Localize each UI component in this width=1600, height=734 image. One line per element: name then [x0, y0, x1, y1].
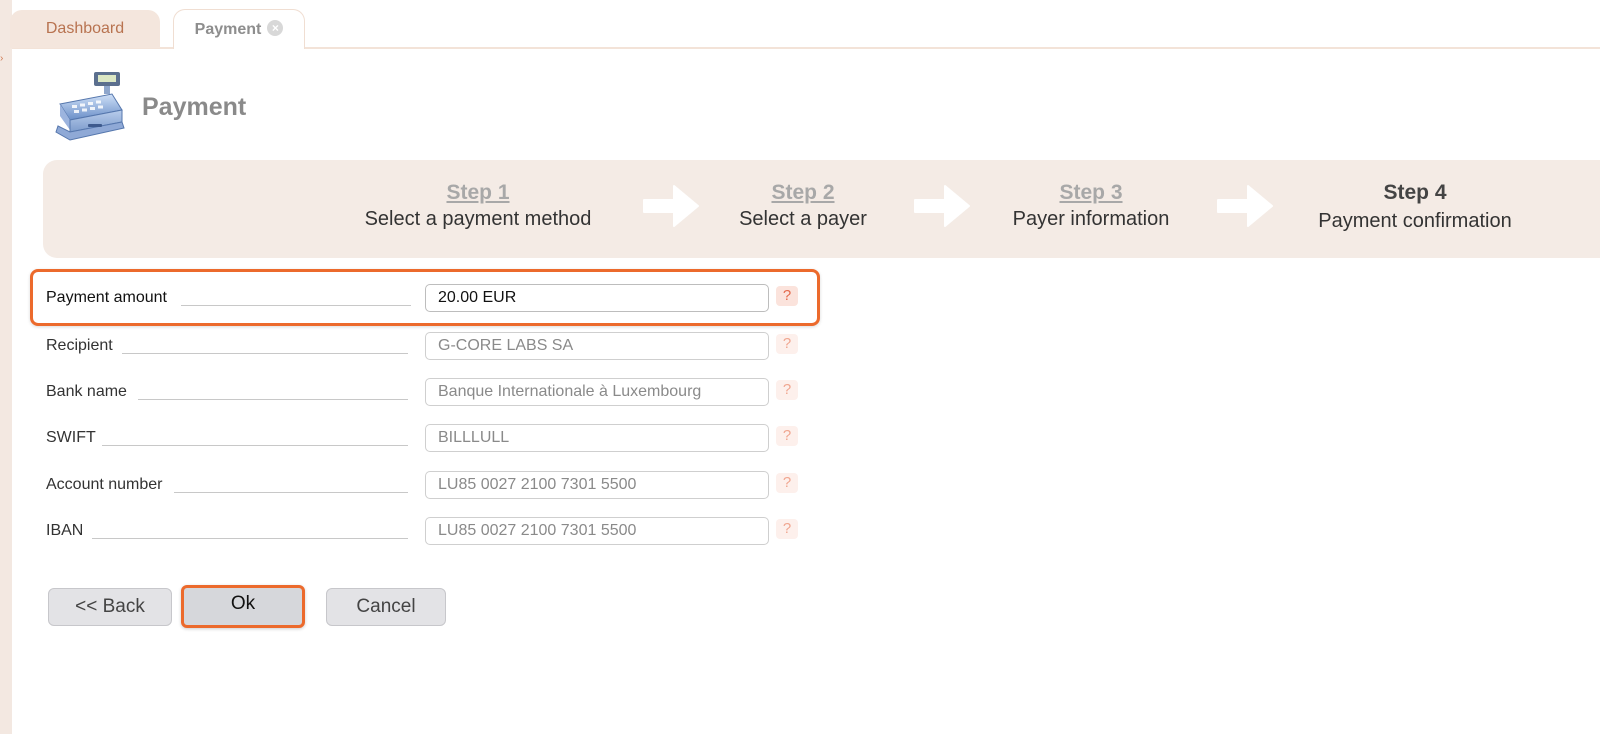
- step-3[interactable]: Step 3 Payer information: [990, 180, 1192, 232]
- step-3-title[interactable]: Step 3: [990, 180, 1192, 206]
- cancel-button[interactable]: Cancel: [326, 588, 446, 626]
- step-1-description: Select a payment method: [364, 208, 592, 230]
- payment-amount-field[interactable]: [425, 283, 769, 312]
- ok-button[interactable]: Ok: [181, 585, 305, 628]
- form-row-recipient: Recipient ?: [30, 323, 820, 369]
- swift-field[interactable]: [425, 424, 769, 452]
- tab-payment-label: Payment: [194, 21, 262, 38]
- label-leader: [122, 353, 408, 354]
- iban-label: IBAN: [46, 522, 88, 540]
- step-2[interactable]: Step 2 Select a payer: [713, 180, 893, 232]
- step-3-description: Payer information: [1012, 208, 1170, 230]
- tab-payment[interactable]: Payment ×: [173, 9, 305, 49]
- left-side-strip: [0, 0, 12, 734]
- arrow-right-icon: [914, 185, 970, 227]
- step-2-description: Select a payer: [739, 208, 867, 230]
- help-icon[interactable]: ?: [776, 426, 798, 446]
- collapse-caret-icon[interactable]: ›: [0, 54, 6, 64]
- bank-name-label: Bank name: [46, 383, 131, 401]
- help-icon[interactable]: ?: [776, 473, 798, 493]
- form-row-iban: IBAN ?: [30, 508, 820, 554]
- swift-label: SWIFT: [46, 429, 100, 447]
- page-title: Payment: [142, 93, 247, 121]
- help-icon[interactable]: ?: [776, 285, 798, 306]
- cash-register-icon: [55, 72, 125, 141]
- label-leader: [181, 305, 411, 306]
- arrow-right-icon: [1217, 185, 1273, 227]
- step-2-title[interactable]: Step 2: [713, 180, 893, 206]
- help-icon[interactable]: ?: [776, 334, 798, 354]
- form-row-swift: SWIFT ?: [30, 415, 820, 461]
- recipient-field[interactable]: [425, 332, 769, 360]
- help-icon[interactable]: ?: [776, 519, 798, 539]
- payment-amount-label: Payment amount: [46, 288, 171, 307]
- tab-dashboard[interactable]: Dashboard: [10, 10, 160, 48]
- step-4-description: Payment confirmation: [1318, 210, 1512, 232]
- step-4-title: Step 4: [1383, 181, 1447, 204]
- form-row-account-number: Account number ?: [30, 462, 820, 508]
- account-number-label: Account number: [46, 476, 167, 494]
- close-icon[interactable]: ×: [267, 20, 284, 37]
- account-number-field[interactable]: [425, 471, 769, 499]
- step-4: Step 4 Payment confirmation: [1290, 180, 1540, 234]
- label-leader: [102, 445, 408, 446]
- label-leader: [174, 492, 408, 493]
- recipient-label: Recipient: [46, 337, 117, 355]
- iban-field[interactable]: [425, 517, 769, 545]
- arrow-right-icon: [643, 185, 699, 227]
- step-1[interactable]: Step 1 Select a payment method: [340, 180, 616, 232]
- tab-dashboard-label: Dashboard: [45, 20, 125, 37]
- step-1-title[interactable]: Step 1: [340, 180, 616, 206]
- form-row-payment-amount: Payment amount ?: [30, 269, 820, 326]
- label-leader: [138, 399, 408, 400]
- form-row-bank-name: Bank name ?: [30, 369, 820, 415]
- back-button[interactable]: << Back: [48, 588, 172, 626]
- bank-name-field[interactable]: [425, 378, 769, 406]
- label-leader: [92, 538, 408, 539]
- help-icon[interactable]: ?: [776, 380, 798, 400]
